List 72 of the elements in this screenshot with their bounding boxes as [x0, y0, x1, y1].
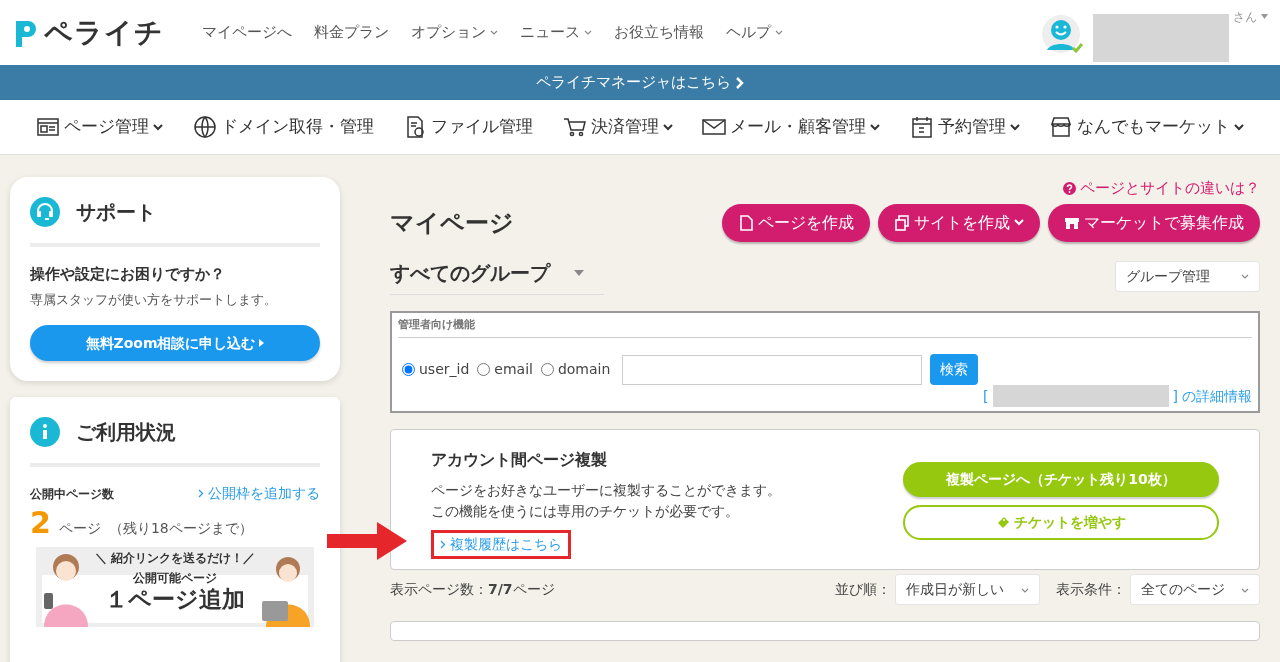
copy-icon [894, 214, 910, 231]
chevron-down-icon [1241, 274, 1249, 279]
page-count-label: 表示ページ数：7/7ページ [390, 580, 555, 599]
menu-item[interactable]: なんでもマーケット [1049, 114, 1244, 140]
globe-icon [192, 115, 217, 139]
create-button[interactable]: マーケットで募集作成 [1048, 203, 1260, 242]
card-title: ご利用状況 [76, 419, 176, 446]
copy-description: この機能を使うには専用のチケットが必要です。 [431, 502, 740, 521]
menu-item[interactable]: 決済管理 [562, 114, 673, 140]
menu-item[interactable]: ドメイン取得・管理 [192, 114, 374, 140]
banner-headline: １ページ追加 [105, 587, 245, 613]
filter-label: 表示条件： [1056, 580, 1126, 599]
chevron-right-icon [198, 489, 204, 498]
nav-link[interactable]: 料金プラン [314, 21, 389, 44]
search-type-radio[interactable] [540, 363, 554, 376]
bracket: [ [983, 386, 989, 406]
chevron-right-icon [440, 540, 446, 549]
nav-link[interactable]: マイページへ [202, 21, 292, 44]
browser-icon [36, 115, 60, 139]
usage-label: 公開中ページ数 [30, 485, 114, 503]
create-button[interactable]: ページを作成 [722, 203, 870, 242]
nav-link[interactable]: オプション [411, 21, 498, 44]
nav-link[interactable]: ヘルプ [726, 21, 783, 44]
group-manage-select[interactable]: グループ管理 [1115, 260, 1260, 292]
create-button[interactable]: サイトを作成 [878, 203, 1040, 242]
caret-icon [259, 339, 265, 347]
chevron-down-icon [1241, 587, 1249, 593]
sort-label: 並び順： [835, 580, 891, 599]
remaining-pages: （残り18ページまで） [108, 519, 253, 538]
question-icon [1063, 181, 1076, 195]
help-description: 専属スタッフが使い方をサポートします。 [30, 290, 278, 309]
panel-legend: 管理者向け機能 [398, 316, 1252, 338]
search-type-radio[interactable] [402, 363, 415, 376]
cart-icon [562, 115, 587, 139]
document-icon [738, 214, 754, 231]
radio-label[interactable]: domain [557, 359, 611, 380]
help-question: 操作や設定にお困りですか？ [30, 264, 226, 285]
calendar-icon [909, 115, 934, 139]
page-unit: ページ [58, 519, 101, 538]
page-count: 2 [30, 508, 51, 538]
radio-label[interactable]: email [494, 359, 533, 380]
copy-title: アカウント間ページ複製 [431, 449, 608, 471]
chevron-right-icon [735, 76, 744, 89]
menu-item[interactable]: メール・顧客管理 [702, 114, 880, 140]
search-type-radio[interactable] [477, 363, 491, 376]
manager-link[interactable]: ペライチマネージャはこちら [536, 71, 744, 94]
headset-icon [30, 197, 60, 227]
nav-link[interactable]: お役立ち情報 [614, 21, 704, 44]
search-field[interactable] [622, 354, 923, 385]
bracket: ] [1172, 386, 1178, 406]
ticket-icon [996, 516, 1010, 529]
menu-item[interactable]: 予約管理 [909, 114, 1020, 140]
page-title: マイページ [390, 207, 514, 239]
menu-item[interactable]: ページ管理 [36, 114, 163, 140]
radio-label[interactable]: user_id [419, 359, 470, 380]
banner-tagline: ＼ 紹介リンクを送るだけ！／ [94, 550, 256, 567]
nav-link[interactable]: ニュース [520, 21, 592, 44]
chevron-down-icon [1021, 587, 1029, 593]
logo-text: ペライチ [44, 14, 164, 51]
card-title: サポート [76, 199, 156, 226]
help-link[interactable]: ページとサイトの違いは？ [1063, 177, 1260, 200]
caret-icon [574, 269, 584, 276]
caret-icon [1261, 14, 1268, 19]
copy-description: ページをお好きなユーザーに複製することができます。 [431, 481, 781, 500]
arrow-icon [327, 522, 407, 560]
menu-item[interactable]: ファイル管理 [403, 114, 533, 140]
info-icon [30, 417, 60, 447]
filter-select[interactable]: 全てのページ [1130, 574, 1260, 605]
banner-subtitle: 公開可能ページ [133, 570, 217, 587]
group-dropdown[interactable]: すべてのグループ [390, 257, 604, 295]
sort-select[interactable]: 作成日が新しい [895, 574, 1040, 605]
storefront-icon [1049, 115, 1073, 139]
